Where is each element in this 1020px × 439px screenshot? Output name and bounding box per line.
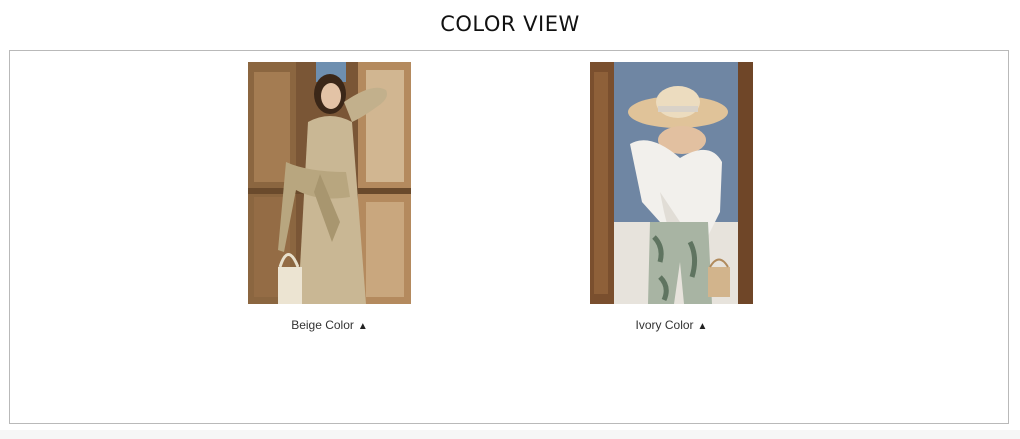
beige-color-label[interactable]: Beige Color ▲ (248, 318, 411, 332)
beige-color-text: Beige Color (291, 318, 354, 332)
ivory-color-text: Ivory Color (635, 318, 694, 332)
ivory-color-label[interactable]: Ivory Color ▲ (590, 318, 753, 332)
ivory-model-image (590, 62, 753, 304)
page-bottom-strip (0, 430, 1020, 439)
color-view-panel (9, 50, 1009, 424)
page-title: COLOR VIEW (440, 12, 580, 36)
triangle-up-icon: ▲ (697, 321, 708, 332)
beige-model-image (248, 62, 411, 304)
triangle-up-icon: ▲ (357, 321, 368, 332)
color-swatch-beige[interactable]: Beige Color ▲ (248, 62, 411, 332)
color-swatch-ivory[interactable]: Ivory Color ▲ (590, 62, 753, 332)
